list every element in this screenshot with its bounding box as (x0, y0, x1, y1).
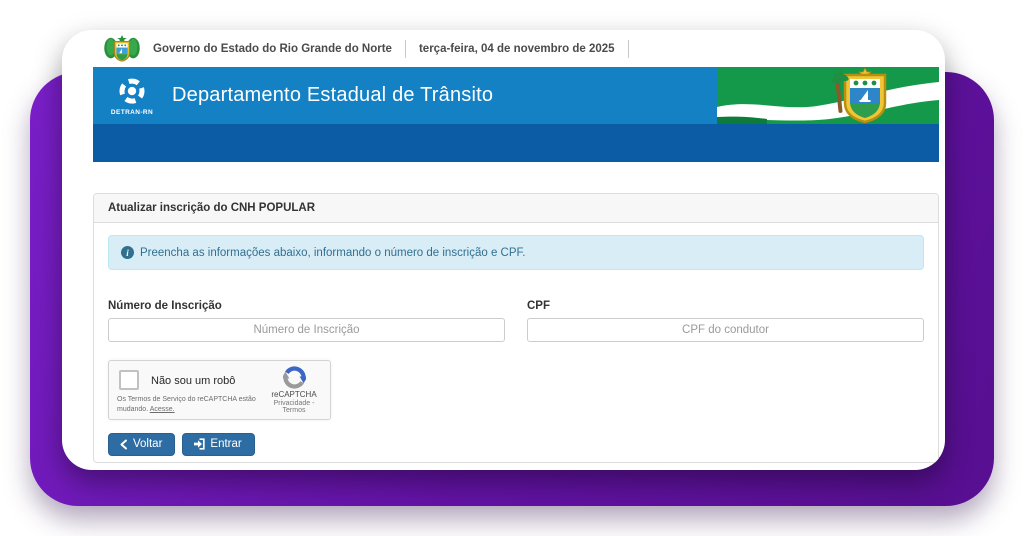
recaptcha-checkbox[interactable] (119, 370, 139, 390)
detran-logo-caption: DETRAN-RN (110, 108, 154, 116)
inscricao-input[interactable] (108, 318, 505, 342)
enter-button[interactable]: Entrar (182, 433, 255, 456)
info-alert-text: Preencha as informações abaixo, informan… (140, 246, 526, 259)
government-topbar: Governo do Estado do Rio Grande do Norte… (93, 30, 939, 67)
recaptcha-privacy-terms[interactable]: Privacidade - Termos (265, 400, 323, 414)
recaptcha-widget: Não sou um robô reCAPTCHA Privacidade - … (108, 360, 331, 420)
recaptcha-notice: Os Termos de Serviço do reCAPTCHA estão … (117, 395, 265, 414)
back-button-label: Voltar (133, 438, 163, 450)
cpf-label: CPF (527, 300, 550, 312)
panel-title: Atualizar inscrição do CNH POPULAR (94, 194, 938, 223)
topbar-divider (627, 39, 629, 58)
state-crest-icon (104, 34, 140, 62)
government-name: Governo do Estado do Rio Grande do Norte (153, 42, 392, 55)
detran-logo: DETRAN-RN (106, 76, 158, 116)
recaptcha-logo-icon (283, 366, 306, 389)
sign-in-icon (194, 438, 206, 450)
chevron-left-icon (120, 439, 127, 449)
topbar-divider (404, 39, 406, 58)
current-date: terça-feira, 04 de novembro de 2025 (418, 42, 615, 55)
back-button[interactable]: Voltar (108, 433, 176, 456)
inscricao-label: Número de Inscrição (108, 300, 222, 312)
cnh-popular-panel: Atualizar inscrição do CNH POPULAR i Pre… (93, 193, 939, 463)
cpf-group: CPF (527, 300, 924, 342)
recaptcha-brand: reCAPTCHA (271, 390, 317, 399)
rn-flag-image (717, 67, 939, 124)
header-accent-strip (93, 124, 939, 162)
recaptcha-notice-link[interactable]: Acesse. (150, 406, 175, 413)
recaptcha-notice-text: Os Termos de Serviço do reCAPTCHA estão … (117, 396, 256, 413)
detran-arrows-icon (119, 78, 145, 104)
page-title: Departamento Estadual de Trânsito (172, 84, 494, 106)
recaptcha-label: Não sou um robô (151, 375, 236, 387)
inscricao-group: Número de Inscrição (108, 300, 505, 342)
site-card: Governo do Estado do Rio Grande do Norte… (62, 30, 945, 470)
enter-button-label: Entrar (210, 438, 242, 450)
cpf-input[interactable] (527, 318, 924, 342)
department-header: DETRAN-RN Departamento Estadual de Trâns… (93, 67, 939, 124)
info-icon: i (121, 246, 134, 259)
info-alert: i Preencha as informações abaixo, inform… (108, 235, 924, 270)
